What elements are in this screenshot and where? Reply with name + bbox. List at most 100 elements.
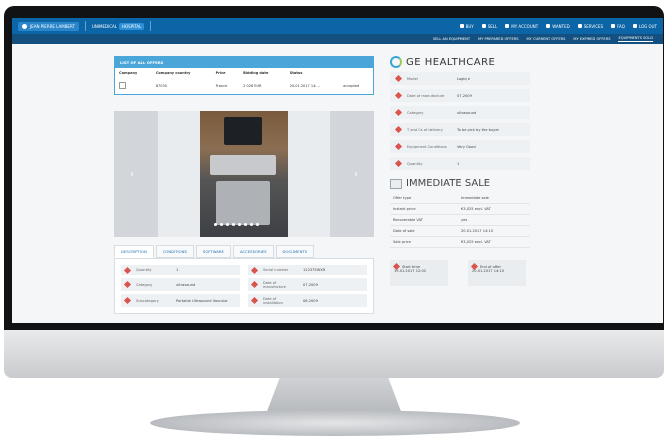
photo-monitor xyxy=(224,117,262,145)
offers-table: Company Company country Price Bidding da… xyxy=(115,68,373,94)
image-gallery: ‹ › xyxy=(114,111,374,237)
user-icon xyxy=(505,24,510,28)
nav-faq[interactable]: FAQ xyxy=(611,24,625,29)
list-item: Category ultrasound xyxy=(121,278,240,291)
nav-my-account[interactable]: MY ACCOUNT xyxy=(505,24,538,29)
cart-icon xyxy=(459,24,464,28)
tab-accessories[interactable]: ACCESSORIES xyxy=(232,245,274,258)
list-item: T and Cs of delivery To be pick by the bu… xyxy=(390,123,530,136)
tag-icon xyxy=(250,266,259,274)
list-icon xyxy=(481,24,486,28)
end-time-box: End of offer 20.01.2017 14:10 xyxy=(468,260,526,286)
question-icon xyxy=(611,24,616,28)
nav-wanted[interactable]: WANTED xyxy=(546,24,570,29)
brand-header: GE HEALTHCARE xyxy=(390,56,530,68)
user-name: JEAN PIERRE LAMBERT xyxy=(30,23,75,29)
tag-icon xyxy=(394,159,403,168)
user-menu[interactable]: JEAN PIERRE LAMBERT xyxy=(18,21,79,31)
subnav-sell-equipment[interactable]: SELL AN EQUIPMENT xyxy=(433,37,470,41)
list-item: Date of manufacture 07.2009 xyxy=(390,89,530,102)
table-row[interactable]: 87030 France 2 026 EUR 20.01.2017 14:...… xyxy=(115,78,373,94)
brand-logo-icon xyxy=(390,56,402,68)
table-row: Instant price €3,025 excl. VAT xyxy=(390,203,530,215)
list-item: Quantity 1 xyxy=(390,157,530,170)
list-item: Quantity 1 xyxy=(121,265,240,275)
time-boxes: Start time 19.01.2017 12:02 End of offer… xyxy=(390,260,530,286)
table-row: Recoverable VAT yes xyxy=(390,214,530,226)
cell-company-country: 87030 xyxy=(155,84,167,88)
gallery-dot[interactable] xyxy=(250,223,253,226)
shop-icon xyxy=(390,178,402,189)
gallery-dot[interactable] xyxy=(214,223,217,226)
list-item: Date of manufacture 07.2009 xyxy=(248,278,367,291)
row-checkbox[interactable] xyxy=(119,82,126,89)
list-item: Subcategory Portable Ultrasound Vascular xyxy=(121,294,240,307)
col-price: Price xyxy=(215,71,226,75)
cell-bidding-date: 20.01.2017 14:... xyxy=(289,84,320,88)
tag-icon xyxy=(394,108,403,117)
sale-header: IMMEDIATE SALE xyxy=(390,178,530,189)
list-item: Serial number 12237SWXR xyxy=(248,265,367,275)
left-column: LIST OF ALL OFFERS Company Company count… xyxy=(114,46,374,314)
gallery-dot[interactable] xyxy=(220,223,223,226)
monitor-chin xyxy=(4,330,664,378)
user-icon xyxy=(22,23,27,29)
app-screen: JEAN PIERRE LAMBERT UNIMEDICAL HOSPITAL … xyxy=(12,18,663,323)
col-company: Company xyxy=(119,71,138,75)
right-column: GE HEALTHCARE Model Logiq e Date of manuf… xyxy=(390,56,530,286)
gallery-dot[interactable] xyxy=(244,223,247,226)
brand-name: GE HEALTHCARE xyxy=(406,56,496,68)
subnav-equipments-sold[interactable]: EQUIPMENTS SOLD xyxy=(618,36,653,42)
start-time-value: 19.01.2017 12:02 xyxy=(394,269,427,273)
company-badge: HOSPITAL xyxy=(119,22,145,30)
gallery-dot[interactable] xyxy=(238,223,241,226)
spec-list: Model Logiq e Date of manufacture 07.2009 … xyxy=(390,72,530,170)
company-info: UNIMEDICAL HOSPITAL xyxy=(91,22,145,30)
services-icon xyxy=(577,24,582,28)
top-bar: JEAN PIERRE LAMBERT UNIMEDICAL HOSPITAL … xyxy=(12,18,663,34)
nav-services[interactable]: SERVICES xyxy=(577,24,603,29)
subnav-current-offers[interactable]: MY CURRENT OFFERS xyxy=(527,37,566,41)
gallery-dot[interactable] xyxy=(256,223,259,226)
end-time-value: 20.01.2017 14:10 xyxy=(472,269,505,273)
chevron-right-icon[interactable]: › xyxy=(354,169,358,180)
list-item: Date of installation 08.2009 xyxy=(248,294,367,307)
megaphone-icon xyxy=(546,24,551,28)
tag-icon xyxy=(123,280,132,289)
nav-buy[interactable]: BUY xyxy=(459,24,474,29)
subnav-prepared-offers[interactable]: MY PREPARED OFFERS xyxy=(478,37,518,41)
gallery-dot[interactable] xyxy=(232,223,235,226)
monitor-stand-base xyxy=(150,410,520,436)
chevron-left-icon[interactable]: ‹ xyxy=(130,169,134,180)
divider xyxy=(84,21,86,31)
tag-icon xyxy=(394,125,403,134)
monitor-mockup: JEAN PIERRE LAMBERT UNIMEDICAL HOSPITAL … xyxy=(0,0,667,445)
photo-cart xyxy=(216,181,270,225)
tag-icon xyxy=(394,142,403,151)
tag-icon xyxy=(394,74,403,83)
top-nav: BUY SELL MY ACCOUNT WANTED SERVICES FAQ … xyxy=(459,24,657,29)
tab-software[interactable]: SOFTWARE xyxy=(195,245,231,258)
table-row: Offer type Immediate sale xyxy=(390,193,530,204)
monitor-stand-neck xyxy=(266,378,402,414)
cell-price: 2 026 EUR xyxy=(243,84,262,88)
description-grid: Quantity 1 Serial number 12237SWXR Categor… xyxy=(114,258,374,314)
offers-title: LIST OF ALL OFFERS xyxy=(115,57,373,68)
gallery-dot[interactable] xyxy=(226,223,229,226)
list-item: Equipment Conditions Very Good xyxy=(390,140,530,153)
tag-icon xyxy=(394,91,403,100)
sale-table: Offer type Immediate sale Instant price €3… xyxy=(390,193,530,248)
table-row: Sale price €3,025 excl. VAT xyxy=(390,236,530,248)
tab-conditions[interactable]: CONDITIONS xyxy=(155,245,194,258)
gallery-dots xyxy=(214,223,259,226)
nav-sell[interactable]: SELL xyxy=(481,24,497,29)
lock-icon xyxy=(632,24,637,28)
tab-description[interactable]: DESCRIPTION xyxy=(114,245,154,258)
list-item: Category ultrasound xyxy=(390,106,530,119)
tab-documents[interactable]: DOCUMENTS xyxy=(275,245,315,258)
nav-logout[interactable]: LOG OUT xyxy=(632,24,657,29)
col-bidding-date: Bidding date xyxy=(243,71,269,75)
col-company-country: Company country xyxy=(155,71,191,75)
subnav-expired-offers[interactable]: MY EXPIRED OFFERS xyxy=(573,37,610,41)
company-label: UNIMEDICAL xyxy=(91,23,118,29)
